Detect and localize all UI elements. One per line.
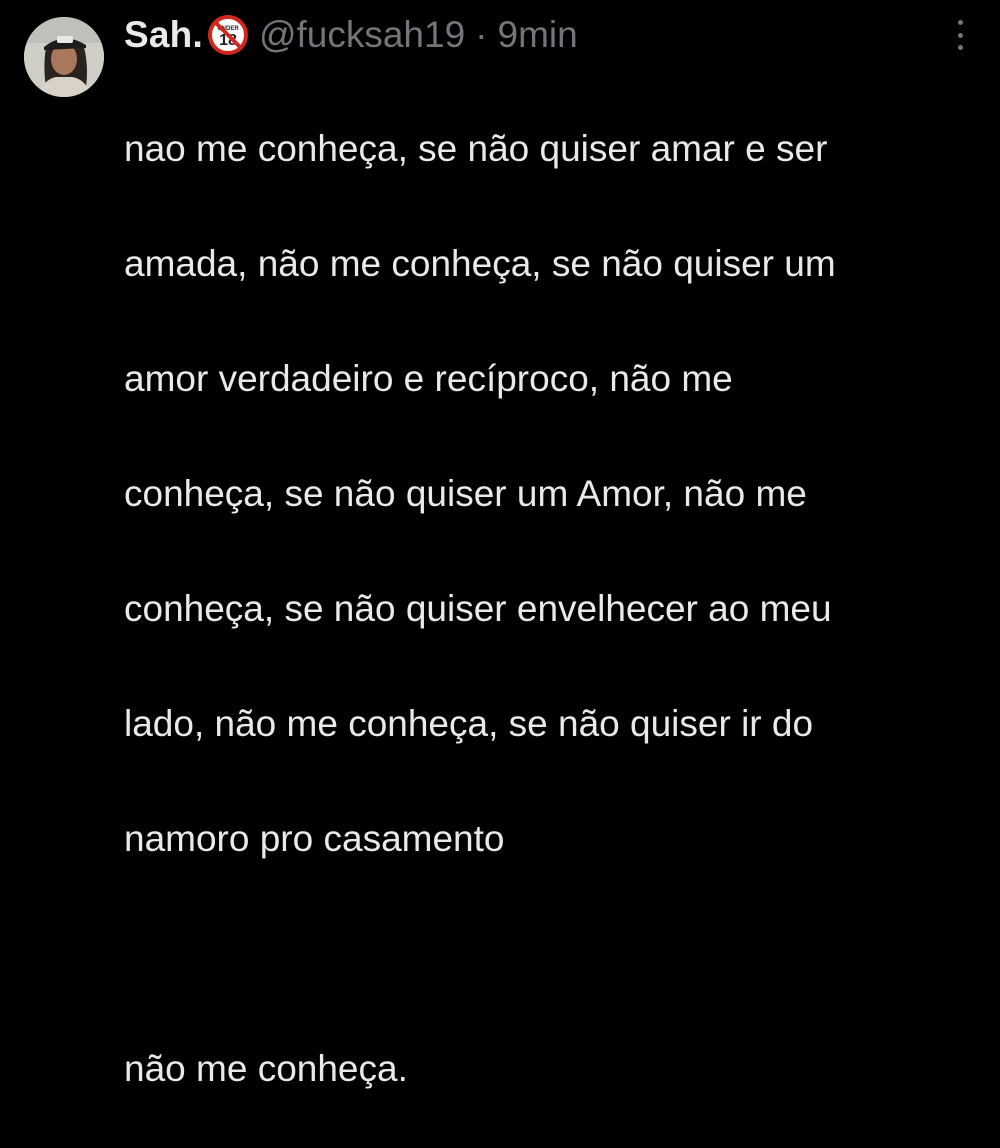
tweet-text-line: conheça, se não quiser envelhecer ao meu	[124, 587, 832, 629]
tweet-text-line: amor verdadeiro e recíproco, não me	[124, 357, 733, 399]
tweet-text-line: amada, não me conheça, se não quiser um	[124, 242, 836, 284]
display-name[interactable]: Sah.	[124, 14, 203, 56]
timestamp[interactable]: 9min	[498, 14, 578, 56]
tweet-content: Sah. UNDER 18 @fucksah19 · 9min nao me c…	[124, 8, 964, 1148]
paragraph-break	[124, 925, 964, 983]
more-dot	[957, 32, 963, 38]
more-dot	[957, 45, 963, 50]
tweet-text-line: conheça, se não quiser um Amor, não me	[124, 472, 807, 514]
under-18-icon: UNDER 18	[207, 14, 249, 56]
tweet-header: Sah. UNDER 18 @fucksah19 · 9min	[124, 8, 964, 62]
tweet-text: nao me conheça, se não quiser amar e ser…	[124, 62, 964, 1148]
tweet[interactable]: Sah. UNDER 18 @fucksah19 · 9min nao me c…	[0, 0, 1000, 1089]
tweet-text-line: lado, não me conheça, se não quiser ir d…	[124, 702, 814, 744]
profile-photo	[24, 17, 104, 97]
separator: ·	[475, 14, 488, 55]
tweet-text-line: nao me conheça, se não quiser amar e ser	[124, 127, 828, 169]
tweet-closing-line: não me conheça.	[124, 1047, 408, 1089]
avatar[interactable]	[24, 17, 104, 97]
more-vertical-icon[interactable]	[940, 20, 980, 50]
tweet-text-line: namoro pro casamento	[124, 817, 505, 859]
user-handle[interactable]: @fucksah19	[259, 14, 465, 56]
more-dot	[957, 20, 963, 25]
